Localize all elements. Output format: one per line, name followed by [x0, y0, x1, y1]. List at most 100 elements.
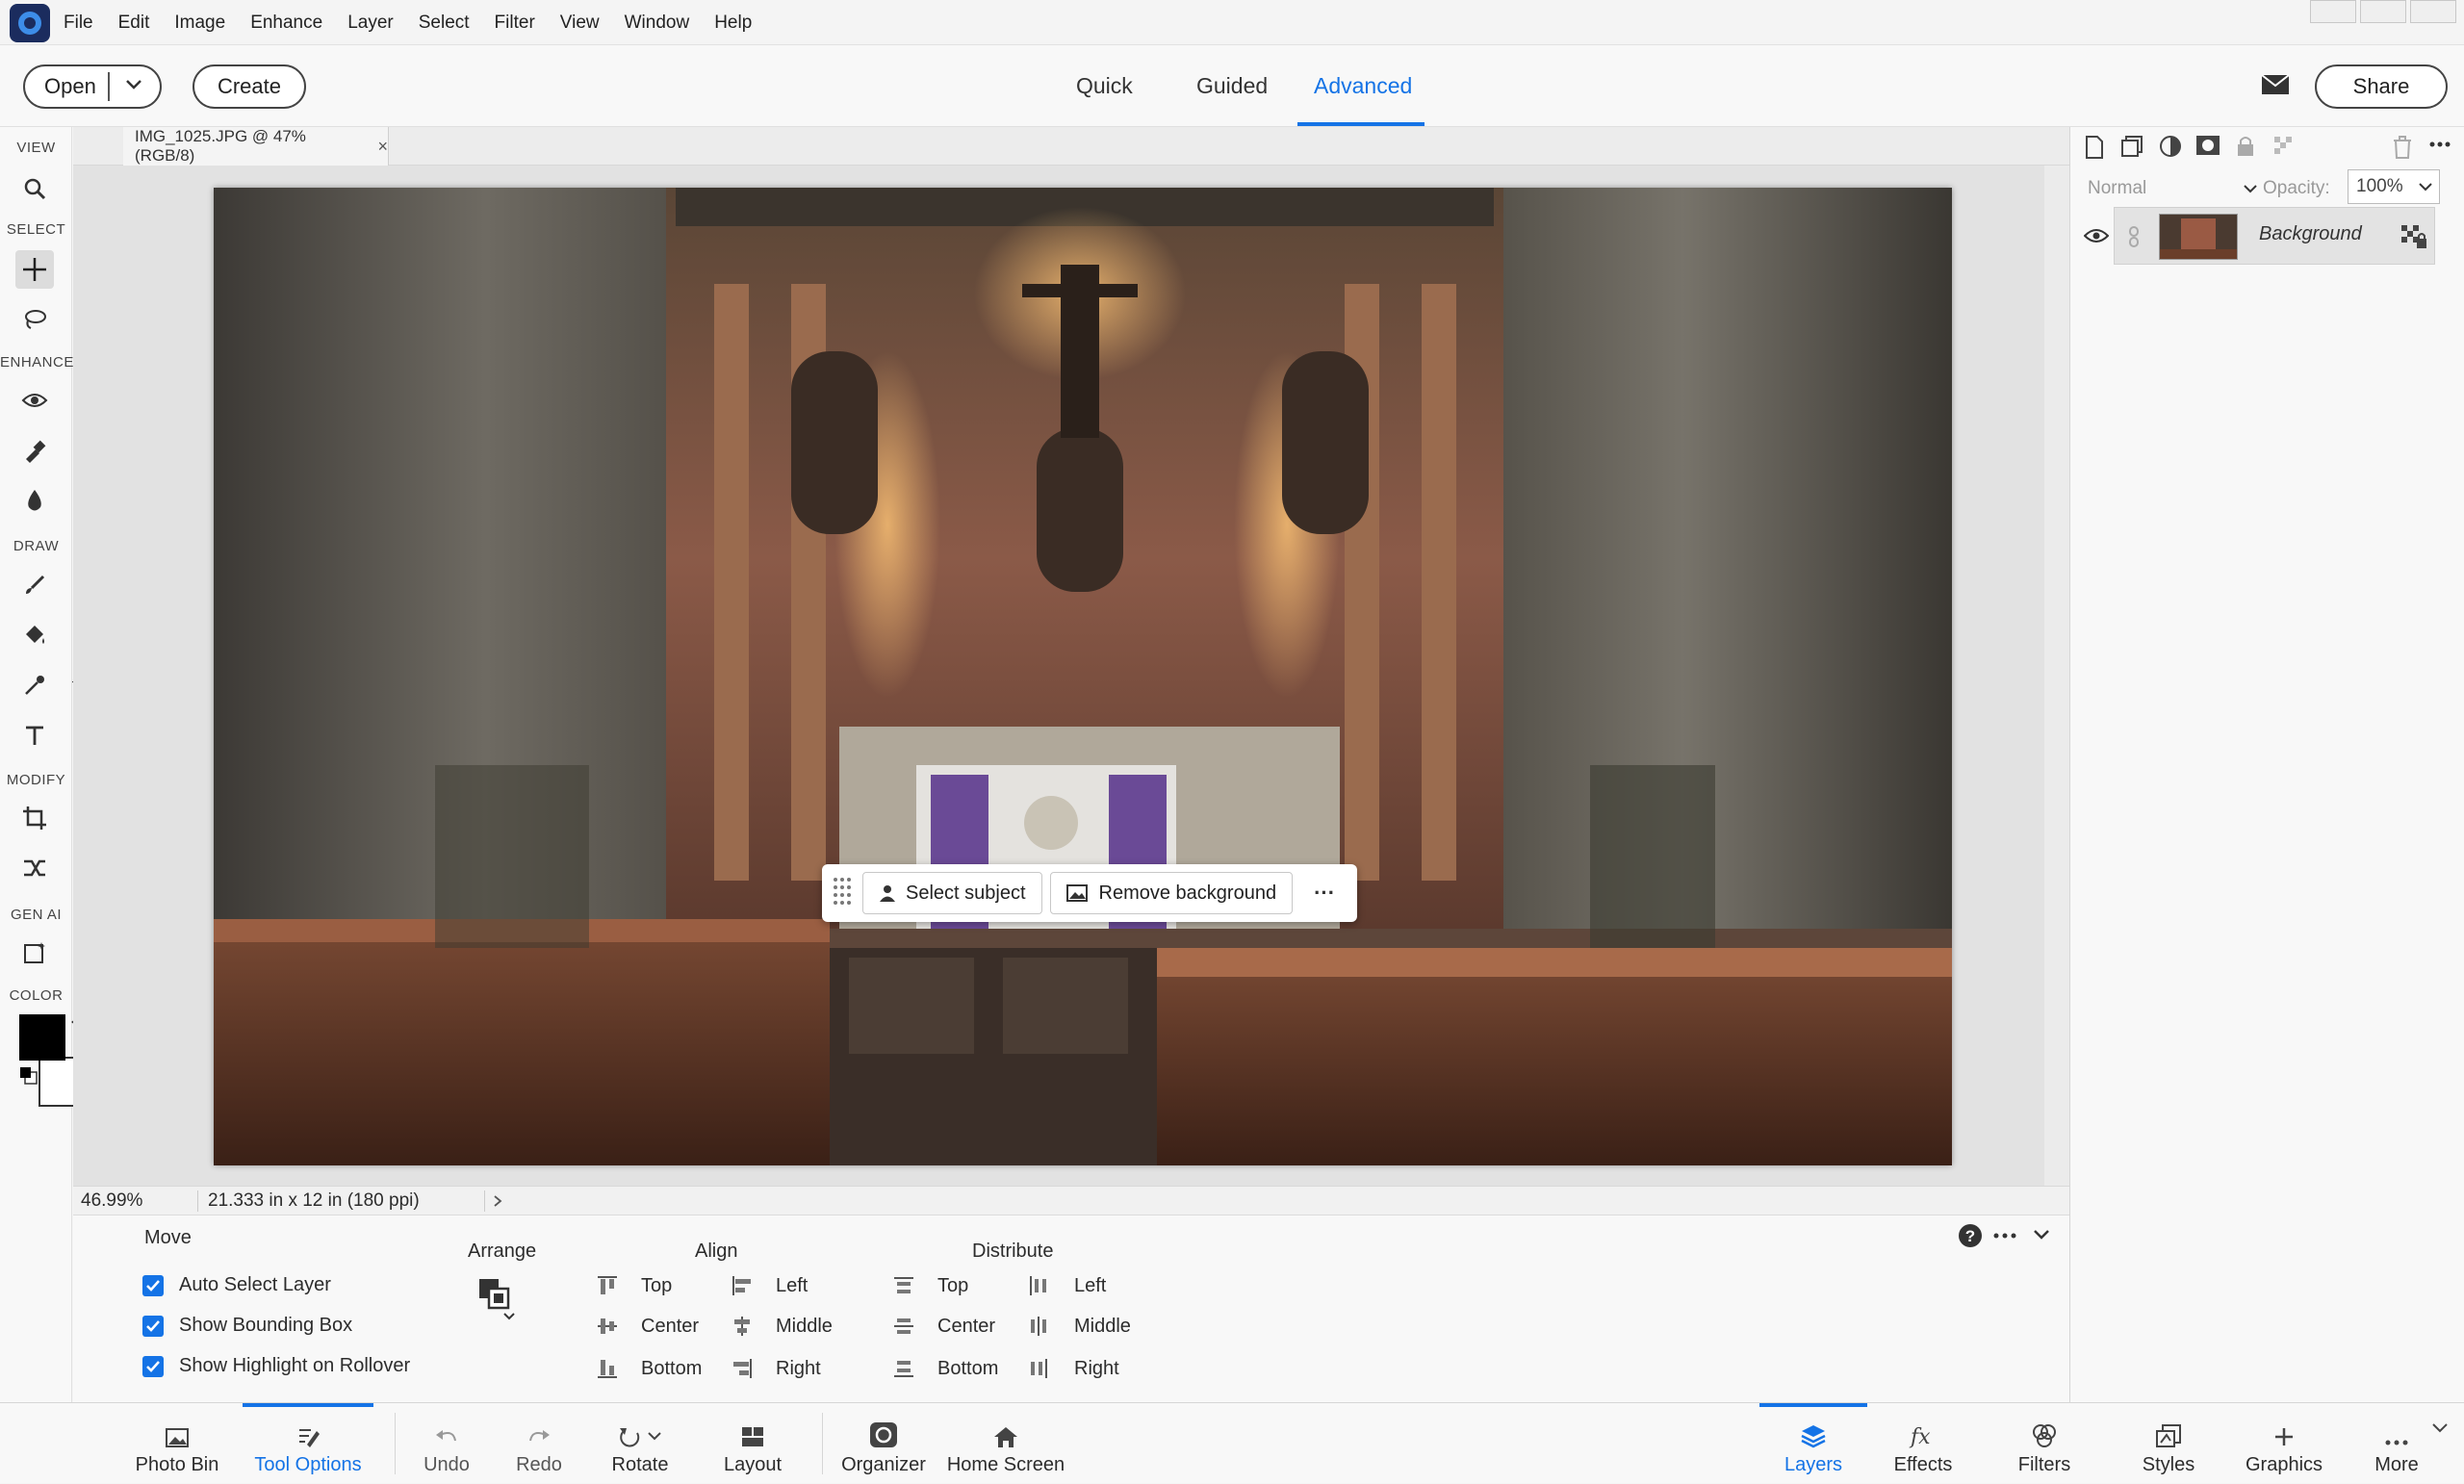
- distribute-right-label[interactable]: Right: [1074, 1358, 1119, 1380]
- distribute-top-icon[interactable]: [893, 1275, 914, 1296]
- menu-view[interactable]: View: [560, 13, 600, 34]
- move-tool-icon[interactable]: [15, 250, 54, 289]
- align-middle-label[interactable]: Middle: [776, 1316, 833, 1338]
- menu-window[interactable]: Window: [625, 13, 690, 34]
- distribute-bottom-label[interactable]: Bottom: [937, 1358, 998, 1380]
- more-button[interactable]: More: [2356, 1403, 2437, 1484]
- close-window-button[interactable]: [2410, 0, 2456, 23]
- show-highlight-checkbox[interactable]: [142, 1356, 164, 1377]
- collapse-tool-options-chevron-icon[interactable]: [2033, 1228, 2050, 1241]
- minimize-button[interactable]: [2310, 0, 2356, 23]
- menu-image[interactable]: Image: [174, 13, 225, 34]
- select-subject-button[interactable]: Select subject: [862, 872, 1042, 914]
- tab-quick[interactable]: Quick: [1076, 45, 1133, 127]
- close-document-icon[interactable]: ×: [377, 137, 388, 157]
- distribute-center-label[interactable]: Center: [937, 1316, 995, 1338]
- distribute-bottom-icon[interactable]: [893, 1358, 914, 1379]
- tab-guided[interactable]: Guided: [1196, 45, 1268, 127]
- canvas-scrollbar[interactable]: [2044, 166, 2069, 1186]
- share-button[interactable]: Share: [2315, 64, 2448, 109]
- redo-button[interactable]: Redo: [504, 1403, 574, 1484]
- lasso-tool-icon[interactable]: [15, 300, 54, 339]
- distribute-left-icon[interactable]: [1028, 1275, 1049, 1296]
- distribute-center-icon[interactable]: [893, 1316, 914, 1337]
- lock-icon[interactable]: [2236, 135, 2255, 158]
- create-button[interactable]: Create: [192, 64, 306, 109]
- open-dropdown-chevron-icon[interactable]: [125, 78, 142, 91]
- align-bottom-label[interactable]: Bottom: [641, 1358, 702, 1380]
- layer-name[interactable]: Background: [2259, 223, 2362, 245]
- menu-edit[interactable]: Edit: [118, 13, 150, 34]
- home-screen-button[interactable]: Home Screen: [945, 1403, 1066, 1484]
- layout-button[interactable]: Layout: [708, 1403, 797, 1484]
- status-expand-icon[interactable]: [493, 1194, 502, 1208]
- panel-menu-icon[interactable]: [2428, 141, 2451, 148]
- align-middle-icon[interactable]: [732, 1316, 753, 1337]
- drag-handle-icon[interactable]: [832, 876, 853, 910]
- tool-options-button[interactable]: Tool Options: [243, 1403, 373, 1484]
- opacity-field[interactable]: 100%: [2348, 169, 2440, 204]
- align-center-label[interactable]: Center: [641, 1316, 699, 1338]
- menu-select[interactable]: Select: [419, 13, 470, 34]
- zoom-level[interactable]: 46.99%: [81, 1190, 198, 1212]
- distribute-middle-label[interactable]: Middle: [1074, 1316, 1131, 1338]
- arrange-icon[interactable]: [477, 1277, 518, 1321]
- align-top-label[interactable]: Top: [641, 1275, 672, 1297]
- app-logo-icon[interactable]: [10, 4, 50, 42]
- distribute-right-icon[interactable]: [1028, 1358, 1049, 1379]
- layer-row[interactable]: Background: [2114, 207, 2435, 265]
- blend-mode-select[interactable]: Normal: [2080, 171, 2258, 206]
- more-actions-button[interactable]: ···: [1314, 881, 1335, 906]
- tool-options-menu-icon[interactable]: [1992, 1232, 2017, 1240]
- align-center-icon[interactable]: [597, 1316, 618, 1337]
- layers-button[interactable]: Layers: [1759, 1403, 1867, 1484]
- menu-layer[interactable]: Layer: [347, 13, 394, 34]
- default-colors-icon[interactable]: [19, 1066, 38, 1086]
- layer-visibility-eye-icon[interactable]: [2084, 227, 2109, 244]
- adjustment-layer-icon[interactable]: [2159, 135, 2182, 158]
- content-aware-move-tool-icon[interactable]: [15, 849, 54, 887]
- photo-bin-button[interactable]: Photo Bin: [131, 1403, 223, 1484]
- brush-tool-icon[interactable]: [15, 566, 54, 604]
- show-bounding-box-checkbox[interactable]: [142, 1316, 164, 1337]
- align-left-icon[interactable]: [732, 1275, 753, 1296]
- layer-mask-icon[interactable]: [2195, 135, 2220, 156]
- menu-help[interactable]: Help: [714, 13, 752, 34]
- paint-bucket-tool-icon[interactable]: [15, 616, 54, 654]
- eyedropper-tool-icon[interactable]: [15, 666, 54, 704]
- rotate-button[interactable]: Rotate: [597, 1403, 683, 1484]
- graphics-button[interactable]: Graphics: [2237, 1403, 2331, 1484]
- align-left-label[interactable]: Left: [776, 1275, 808, 1297]
- styles-button[interactable]: Styles: [2123, 1403, 2214, 1484]
- document-tab[interactable]: IMG_1025.JPG @ 47% (RGB/8) ×: [123, 127, 389, 166]
- distribute-middle-icon[interactable]: [1028, 1316, 1049, 1337]
- distribute-left-label[interactable]: Left: [1074, 1275, 1106, 1297]
- crop-tool-icon[interactable]: [15, 799, 54, 837]
- align-top-icon[interactable]: [597, 1275, 618, 1296]
- auto-select-layer-checkbox[interactable]: [142, 1275, 164, 1296]
- filters-button[interactable]: Filters: [1998, 1403, 2091, 1484]
- red-eye-tool-icon[interactable]: [15, 381, 54, 420]
- more-chevron-icon[interactable]: [2431, 1422, 2449, 1434]
- menu-filter[interactable]: Filter: [495, 13, 535, 34]
- generative-fill-tool-icon[interactable]: [15, 934, 54, 972]
- menu-file[interactable]: File: [64, 13, 93, 34]
- new-group-icon[interactable]: [2120, 135, 2143, 158]
- zoom-tool-icon[interactable]: [15, 169, 54, 208]
- remove-background-button[interactable]: Remove background: [1049, 872, 1294, 914]
- blur-tool-icon[interactable]: [15, 481, 54, 520]
- align-right-icon[interactable]: [732, 1358, 753, 1379]
- new-layer-icon[interactable]: [2084, 135, 2105, 160]
- mail-icon[interactable]: [2260, 72, 2291, 97]
- smart-brush-tool-icon[interactable]: [15, 431, 54, 470]
- help-icon[interactable]: ?: [1958, 1223, 1983, 1248]
- lock-transparency-icon[interactable]: [2272, 135, 2296, 158]
- tab-advanced[interactable]: Advanced: [1314, 45, 1412, 127]
- document-image[interactable]: [214, 188, 1952, 1165]
- delete-layer-icon[interactable]: [2392, 135, 2413, 160]
- align-bottom-icon[interactable]: [597, 1358, 618, 1379]
- type-tool-icon[interactable]: [15, 716, 54, 755]
- align-right-label[interactable]: Right: [776, 1358, 821, 1380]
- undo-button[interactable]: Undo: [412, 1403, 481, 1484]
- foreground-color-swatch[interactable]: [19, 1014, 65, 1061]
